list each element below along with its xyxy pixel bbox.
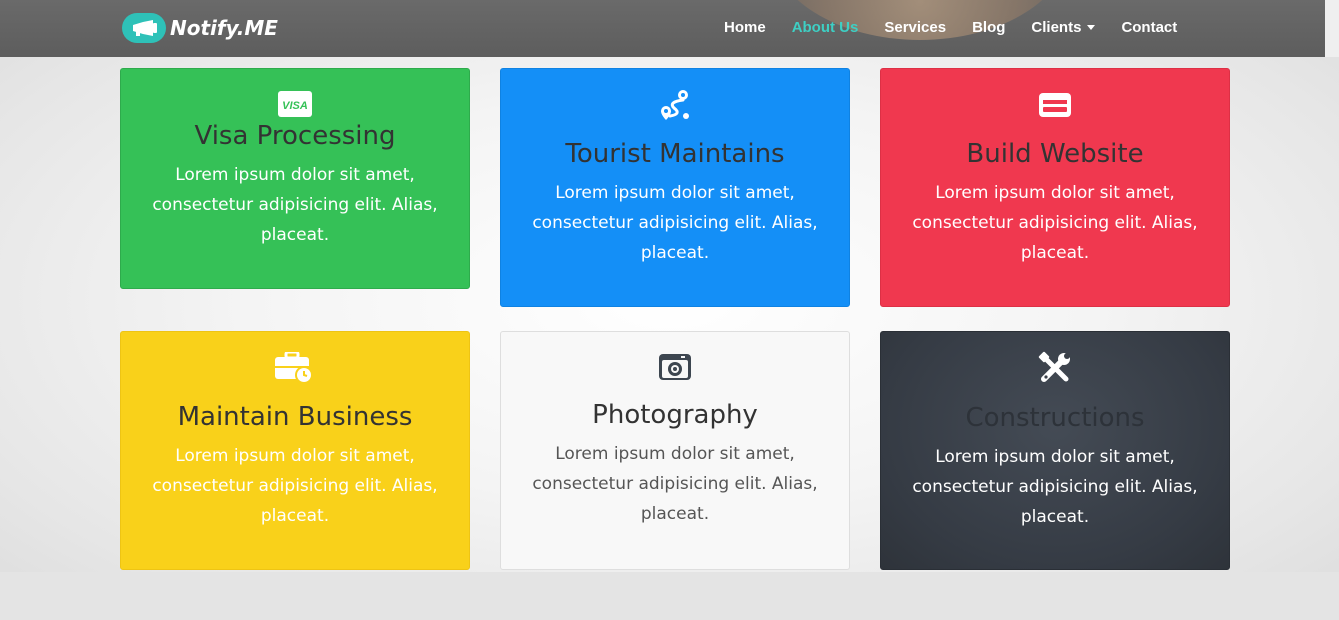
visa-card-icon: VISA bbox=[121, 91, 469, 117]
card-title: Visa Processing bbox=[194, 121, 396, 151]
service-card-visa-processing: VISA Visa Processing Lorem ipsum dolor s… bbox=[120, 68, 470, 289]
visa-icon-text: VISA bbox=[282, 100, 308, 112]
service-card-photography: Photography Lorem ipsum dolor sit amet, … bbox=[500, 331, 850, 570]
service-card-constructions: Constructions Lorem ipsum dolor sit amet… bbox=[880, 331, 1230, 570]
nav-item-contact[interactable]: Contact bbox=[1121, 19, 1177, 36]
megaphone-icon bbox=[122, 13, 166, 43]
service-card-maintain-business: Maintain Business Lorem ipsum dolor sit … bbox=[120, 331, 470, 570]
footer-band bbox=[0, 572, 1339, 620]
card-title: Constructions bbox=[965, 403, 1145, 433]
nav-menu: Home About Us Services Blog Clients Cont… bbox=[724, 19, 1203, 36]
scrollbar-gutter bbox=[1325, 0, 1339, 57]
brand-logo[interactable]: Notify.ME bbox=[122, 12, 278, 44]
navbar: Notify.ME Home About Us Services Blog Cl… bbox=[0, 0, 1339, 57]
card-title: Photography bbox=[592, 400, 758, 430]
card-text: Lorem ipsum dolor sit amet, consectetur … bbox=[152, 446, 438, 526]
service-card-build-website: Build Website Lorem ipsum dolor sit amet… bbox=[880, 68, 1230, 307]
card-title: Build Website bbox=[966, 139, 1144, 169]
service-card-tourist-maintains: Tourist Maintains Lorem ipsum dolor sit … bbox=[500, 68, 850, 307]
card-title: Maintain Business bbox=[177, 402, 413, 432]
business-time-icon bbox=[121, 352, 469, 384]
chevron-down-icon bbox=[1087, 25, 1096, 30]
nav-item-services[interactable]: Services bbox=[884, 19, 946, 36]
nav-item-blog[interactable]: Blog bbox=[972, 19, 1005, 36]
card-text: Lorem ipsum dolor sit amet, consectetur … bbox=[532, 183, 818, 263]
card-text: Lorem ipsum dolor sit amet, consectetur … bbox=[912, 447, 1198, 527]
card-text: Lorem ipsum dolor sit amet, consectetur … bbox=[912, 183, 1198, 263]
nav-item-about-us[interactable]: About Us bbox=[792, 19, 859, 36]
tools-icon bbox=[881, 351, 1229, 385]
nav-item-home[interactable]: Home bbox=[724, 19, 766, 36]
nav-item-clients-label: Clients bbox=[1031, 19, 1082, 36]
brand-name: Notify.ME bbox=[170, 16, 278, 40]
credit-card-icon bbox=[881, 93, 1229, 117]
card-text: Lorem ipsum dolor sit amet, consectetur … bbox=[152, 165, 438, 245]
camera-icon bbox=[501, 352, 849, 382]
nav-item-clients[interactable]: Clients bbox=[1031, 19, 1096, 36]
route-icon bbox=[501, 88, 849, 122]
card-title: Tourist Maintains bbox=[565, 139, 785, 169]
card-text: Lorem ipsum dolor sit amet, consectetur … bbox=[532, 444, 818, 524]
